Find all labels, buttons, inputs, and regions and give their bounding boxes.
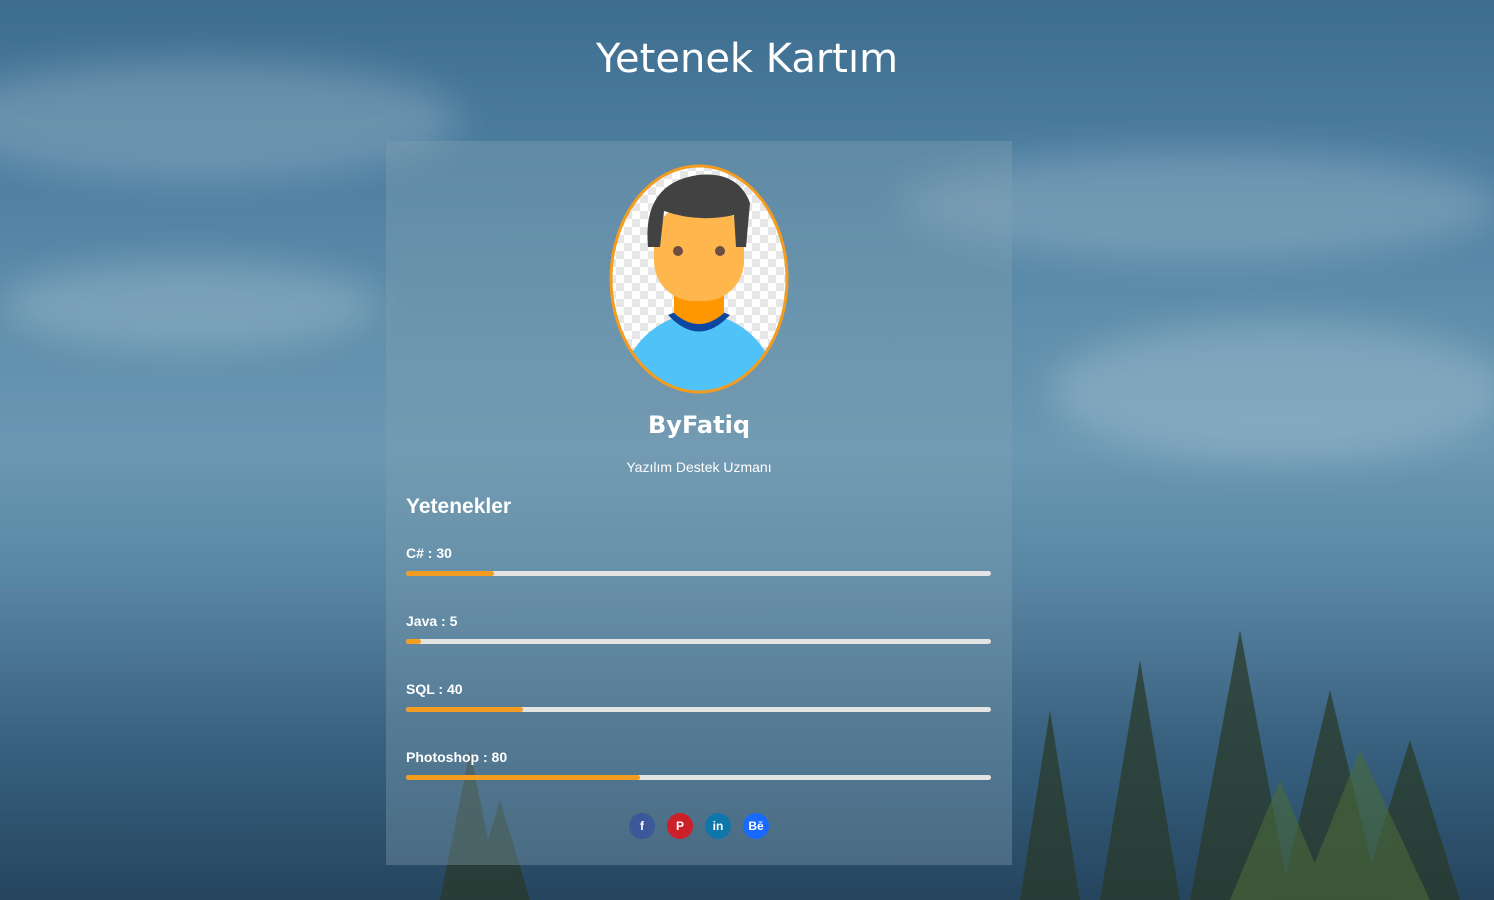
skill-progress-fill <box>406 775 640 780</box>
skill-item: Java : 5 <box>406 613 991 681</box>
behance-icon[interactable]: Bē <box>743 813 769 839</box>
skill-label: C# : 30 <box>406 545 452 561</box>
background-cloud <box>0 260 380 350</box>
skill-progress-track <box>406 707 991 712</box>
skill-item: SQL : 40 <box>406 681 991 749</box>
skill-progress-fill <box>406 571 494 576</box>
user-avatar-icon <box>609 164 789 394</box>
linkedin-icon[interactable]: in <box>705 813 731 839</box>
page-title: Yetenek Kartım <box>595 36 899 82</box>
skills-list: C# : 30 Java : 5 SQL : 40 Photoshop : 80 <box>406 545 991 817</box>
social-links: f P in Bē <box>386 813 1012 839</box>
skill-progress-track <box>406 571 991 576</box>
skill-card: ByFatiq Yazılım Destek Uzmanı Yetenekler… <box>386 141 1012 865</box>
profile-name: ByFatiq <box>648 411 750 439</box>
avatar <box>608 163 790 395</box>
page: Yetenek Kartım ByFatiq Yazılım Destek Uz… <box>0 0 1494 900</box>
background-cloud <box>1050 320 1494 460</box>
skill-label: Java : 5 <box>406 613 458 629</box>
skill-label: Photoshop : 80 <box>406 749 508 765</box>
skill-item: C# : 30 <box>406 545 991 613</box>
skill-item: Photoshop : 80 <box>406 749 991 817</box>
profile-role: Yazılım Destek Uzmanı <box>626 459 772 475</box>
skill-progress-track <box>406 775 991 780</box>
skill-progress-fill <box>406 639 421 644</box>
skill-progress-track <box>406 639 991 644</box>
skills-heading: Yetenekler <box>406 495 512 518</box>
skill-label: SQL : 40 <box>406 681 463 697</box>
skill-progress-fill <box>406 707 523 712</box>
facebook-icon[interactable]: f <box>629 813 655 839</box>
pinterest-icon[interactable]: P <box>667 813 693 839</box>
